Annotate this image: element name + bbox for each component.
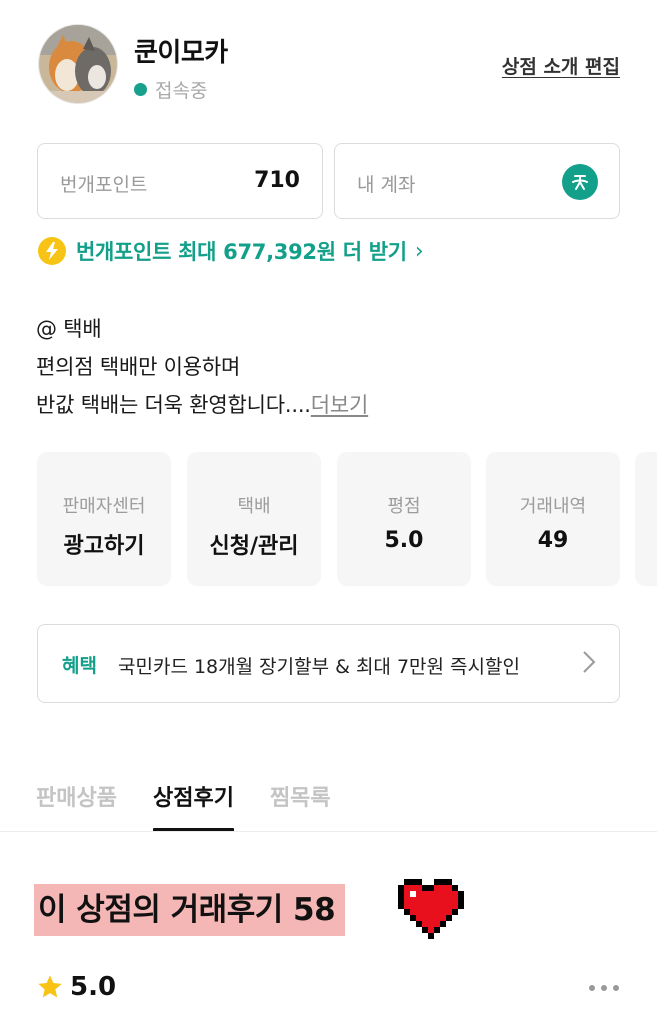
card-label: 판매자센터 — [62, 496, 146, 517]
online-status: 접속중 — [134, 76, 207, 103]
intro-line-3: 반값 택배는 더욱 환영합니다....더보기 — [36, 386, 368, 424]
tab-reviews[interactable]: 상점후기 — [152, 778, 234, 832]
edit-shop-intro-link[interactable]: 상점 소개 편집 — [502, 52, 620, 79]
rating-value: 5.0 — [70, 972, 117, 1002]
tab-divider — [0, 831, 657, 832]
shop-name: 쿤이모카 — [134, 38, 228, 68]
account-label: 내 계좌 — [357, 174, 416, 196]
card-value: 5.0 — [384, 528, 424, 553]
points-label: 번개포인트 — [60, 174, 148, 196]
points-promo-link[interactable]: 번개포인트 최대 677,392원 더 받기 › — [38, 236, 424, 266]
avatar[interactable] — [38, 24, 118, 104]
benefit-banner[interactable]: 혜택 국민카드 18개월 장기할부 & 최대 7만원 즉시할인 — [37, 624, 620, 703]
card-value: 49 — [537, 528, 569, 553]
status-text: 접속중 — [155, 80, 208, 102]
chevron-right-icon — [581, 647, 597, 681]
star-icon — [38, 975, 62, 998]
see-more-link[interactable]: 더보기 — [311, 393, 369, 417]
bank-icon — [562, 164, 598, 200]
card-label: 택배 — [237, 496, 271, 517]
points-value: 710 — [254, 168, 300, 193]
more-options-icon[interactable] — [589, 985, 619, 991]
average-rating: 5.0 — [36, 972, 116, 1002]
card-label: 평점 — [387, 496, 421, 517]
cat-photo-icon — [39, 25, 117, 103]
promo-text: 번개포인트 최대 677,392원 더 받기 — [76, 240, 407, 264]
tab-products[interactable]: 판매상품 — [36, 778, 117, 832]
card-value: 신청/관리 — [209, 534, 299, 559]
card-transactions[interactable]: 거래내역 49 — [486, 452, 620, 586]
lightning-bolt-icon — [38, 237, 66, 265]
shop-intro: @ 택배 편의점 택배만 이용하며 반값 택배는 더욱 환영합니다....더보기 — [36, 310, 368, 424]
review-count-title: 이 상점의 거래후기 58 — [34, 884, 346, 936]
profile-header: 쿤이모카 접속중 상점 소개 편집 — [38, 24, 620, 108]
card-label: 거래내역 — [519, 496, 587, 517]
benefit-text: 국민카드 18개월 장기할부 & 최대 7만원 즉시할인 — [118, 656, 520, 678]
card-delivery[interactable]: 택배 신청/관리 — [187, 452, 321, 586]
card-seller-center[interactable]: 판매자센터 광고하기 — [37, 452, 171, 586]
tab-wishlist[interactable]: 찜목록 — [270, 778, 331, 832]
card-rating[interactable]: 평점 5.0 — [337, 452, 471, 586]
intro-line-3-text: 반값 택배는 더욱 환영합니다.... — [36, 393, 311, 417]
benefit-tag: 혜택 — [62, 655, 97, 677]
card-value: 광고하기 — [63, 534, 145, 559]
pixel-heart-icon — [398, 878, 464, 944]
account-box[interactable]: 내 계좌 — [334, 143, 620, 219]
intro-line-2: 편의점 택배만 이용하며 — [36, 355, 241, 379]
info-cards: 판매자센터 광고하기 택배 신청/관리 평점 5.0 거래내역 49 — [37, 452, 657, 588]
card-next-partial[interactable] — [635, 452, 657, 586]
intro-line-1: @ 택배 — [36, 317, 102, 341]
points-box[interactable]: 번개포인트 710 — [37, 143, 323, 219]
shop-tabs: 판매상품 상점후기 찜목록 — [36, 778, 331, 832]
chevron-right-icon: › — [414, 238, 424, 264]
online-dot-icon — [134, 83, 147, 96]
